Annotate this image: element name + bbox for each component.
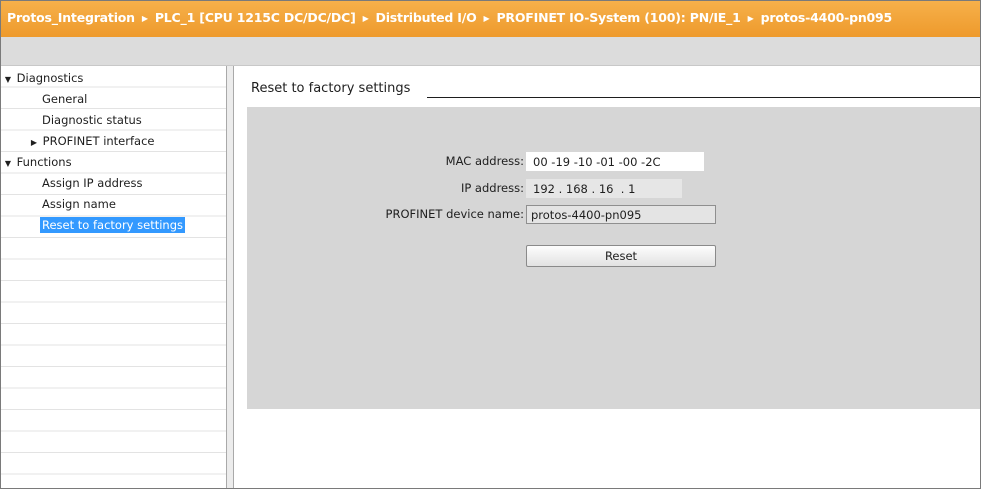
breadcrumb-item-plc[interactable]: PLC_1 [CPU 1215C DC/DC/DC] [155, 10, 356, 25]
breadcrumb-item-distributed-io[interactable]: Distributed I/O [376, 10, 477, 25]
section-title: Reset to factory settings [251, 81, 411, 96]
nav-item-label: Reset to factory settings [40, 217, 185, 233]
collapsed-triangle-icon[interactable]: ▶ [29, 132, 39, 153]
breadcrumb-separator-icon: ▶ [747, 14, 754, 23]
breadcrumb-separator-icon: ▶ [362, 14, 369, 23]
breadcrumb-item-device[interactable]: protos-4400-pn095 [761, 10, 893, 25]
nav-item-label: Assign IP address [42, 176, 143, 190]
nav-item-diagnostics[interactable]: ▼ Diagnostics [1, 68, 228, 89]
mac-address-field[interactable]: 00 -19 -10 -01 -00 -2C [526, 152, 704, 171]
nav-item-label: Assign name [42, 197, 116, 211]
window-frame: Protos_Integration ▶ PLC_1 [CPU 1215C DC/D… [0, 0, 981, 489]
pane-splitter[interactable] [226, 66, 234, 488]
content-pane: Reset to factory settings MAC address: 0… [234, 66, 980, 488]
device-name-row: PROFINET device name: [247, 204, 524, 224]
nav-item-label: Diagnostic status [42, 113, 142, 127]
nav-item-label: Diagnostics [16, 71, 84, 85]
breadcrumb-item-io-system[interactable]: PROFINET IO-System (100): PN/IE_1 [496, 10, 740, 25]
reset-button[interactable]: Reset [526, 245, 716, 267]
device-name-field: protos-4400-pn095 [526, 205, 716, 224]
mac-address-label: MAC address: [445, 154, 524, 168]
toolbar-strip [1, 37, 980, 66]
nav-item-profinet-interface[interactable]: ▶ PROFINET interface [1, 131, 254, 152]
nav-item-label: General [42, 92, 88, 106]
reset-panel: MAC address: 00 -19 -10 -01 -00 -2C IP a… [247, 107, 980, 409]
expanded-triangle-icon[interactable]: ▼ [3, 153, 13, 174]
nav-item-label: Functions [16, 155, 72, 169]
device-name-label: PROFINET device name: [385, 207, 524, 221]
ip-address-label: IP address: [460, 181, 524, 195]
ip-address-field: 192 . 168 . 16 . 1 [526, 179, 682, 198]
breadcrumb: Protos_Integration ▶ PLC_1 [CPU 1215C DC/D… [1, 1, 980, 37]
nav-item-label: PROFINET interface [42, 134, 155, 148]
breadcrumb-separator-icon: ▶ [141, 14, 148, 23]
breadcrumb-separator-icon: ▶ [483, 14, 490, 23]
breadcrumb-item-project[interactable]: Protos_Integration [7, 10, 135, 25]
navigation-tree: ▼ Diagnostics General Diagnostic status … [1, 66, 226, 488]
expanded-triangle-icon[interactable]: ▼ [3, 69, 13, 90]
section-divider [427, 97, 980, 98]
mac-address-row: MAC address: [247, 151, 524, 171]
ip-address-row: IP address: [247, 178, 524, 198]
nav-item-functions[interactable]: ▼ Functions [1, 152, 228, 173]
